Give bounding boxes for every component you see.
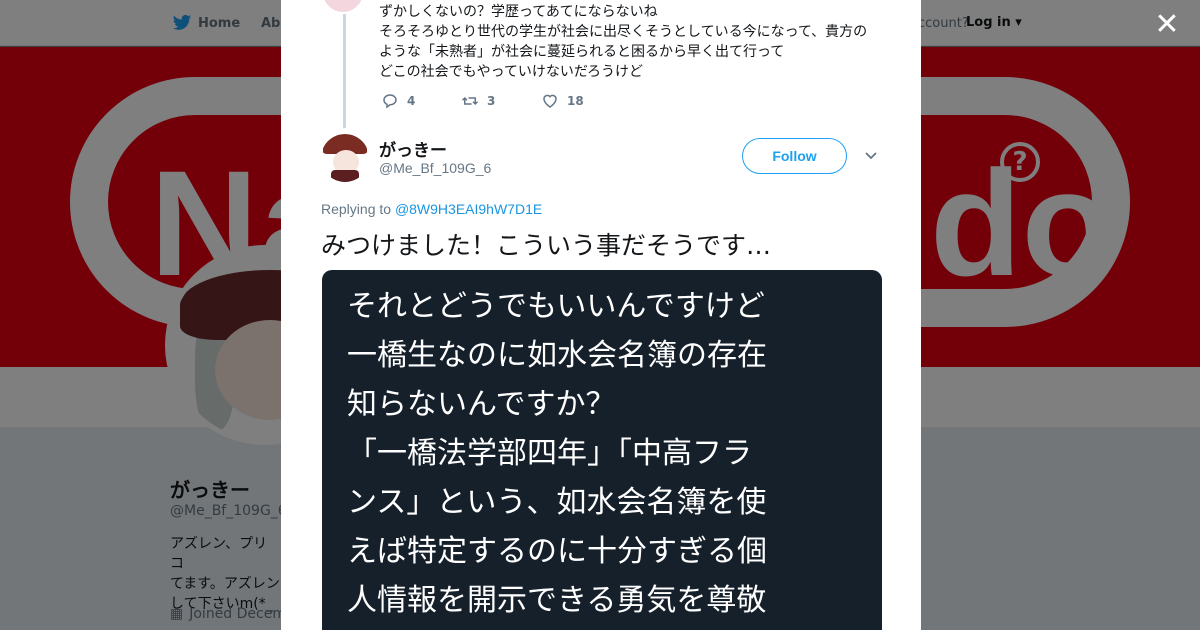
previous-tweet-line: ような「未熟者」が社会に蔓延られると困るから早く出て行って: [379, 44, 785, 60]
replying-prefix: Replying to: [321, 201, 392, 217]
retweet-count: 3: [487, 94, 496, 108]
tweet-media-image[interactable]: それとどうでもいいんですけど 一橋生なのに如水会名簿の存在 知らないんですか？ …: [322, 270, 882, 630]
previous-tweet-line: ずかしくないの？学歴ってあてにならないね: [379, 4, 658, 20]
like-count: 18: [567, 94, 584, 108]
replying-to: Replying to @8W9H3EAI9hW7D1E: [321, 201, 542, 217]
media-line: 人情報を開示できる勇気を尊敬: [347, 583, 767, 618]
like-button[interactable]: 18: [541, 92, 621, 110]
media-line: ンス」という、如水会名簿を使: [347, 485, 767, 520]
chevron-down-icon[interactable]: [863, 148, 879, 164]
tweet-text: みつけました！こういう事だそうです…: [321, 231, 772, 260]
media-line: えば特定するのに十分すぎる個: [347, 534, 767, 569]
replying-to-link[interactable]: @8W9H3EAI9hW7D1E: [395, 201, 542, 217]
retweet-icon: [461, 96, 479, 106]
reply-button[interactable]: 4: [381, 92, 461, 110]
follow-button[interactable]: Follow: [742, 138, 847, 174]
tweet-avatar[interactable]: [321, 134, 369, 182]
thread-line: [343, 14, 346, 128]
previous-tweet-actions: 4 3 18: [381, 92, 621, 110]
reply-icon: [383, 94, 397, 109]
tweet-author-name[interactable]: がっきー: [379, 136, 447, 161]
previous-tweet-line: どこの社会でもやっていけないだろうけど: [379, 64, 644, 80]
media-line: 一橋生なのに如水会名簿の存在: [347, 338, 767, 373]
media-line: 知らないんですか？: [347, 387, 616, 422]
heart-icon: [543, 94, 557, 108]
close-icon[interactable]: ✕: [1152, 10, 1182, 40]
avatar-body: [331, 170, 359, 182]
tweet-author-handle[interactable]: @Me_Bf_109G_6: [379, 160, 491, 176]
retweet-button[interactable]: 3: [461, 92, 541, 110]
previous-tweet-avatar[interactable]: [323, 0, 363, 12]
cropped-text-fragment: [342, 270, 742, 274]
tweet-modal: ずかしくないの？学歴ってあてにならないね そろそろゆとり世代の学生が社会に出尽く…: [281, 0, 921, 630]
media-text: それとどうでもいいんですけど 一橋生なのに如水会名簿の存在 知らないんですか？ …: [347, 282, 867, 625]
media-line: それとどうでもいいんですけど: [347, 289, 765, 324]
reply-count: 4: [407, 94, 416, 108]
media-line: 「一橋法学部四年」「中高フラ: [347, 436, 752, 471]
previous-tweet-text: ずかしくないの？学歴ってあてにならないね そろそろゆとり世代の学生が社会に出尽く…: [379, 2, 879, 82]
previous-tweet-line: そろそろゆとり世代の学生が社会に出尽くそうとしている今になって、貴方の: [379, 24, 868, 40]
